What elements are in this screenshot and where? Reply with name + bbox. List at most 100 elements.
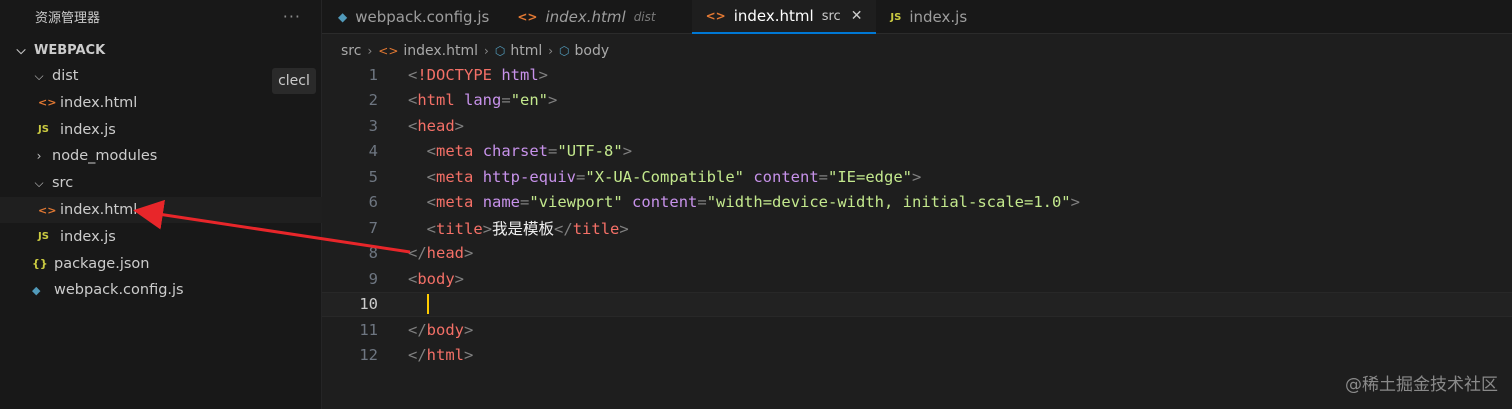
code-token: "en" — [510, 91, 549, 110]
tab-index-html-dist[interactable]: <> index.html dist — [503, 0, 669, 34]
tree-item-label: node_modules — [52, 148, 158, 165]
explorer-header: 资源管理器 ··· — [0, 0, 321, 32]
breadcrumb-label: index.html — [403, 43, 479, 59]
code-line[interactable]: 9 <body> — [322, 266, 1512, 292]
code-line[interactable]: 2 <html lang="en"> — [322, 88, 1512, 114]
line-number: 10 — [359, 295, 378, 314]
text-cursor — [426, 294, 429, 315]
tree-item-label: webpack.config.js — [54, 282, 184, 299]
breadcrumb-label: html — [510, 43, 543, 59]
code-token: = — [520, 193, 530, 212]
line-number: 7 — [368, 218, 378, 237]
chevron-down-icon: ⌵ — [34, 175, 44, 190]
code-token: head — [426, 244, 464, 263]
code-line[interactable]: 4 <meta charset="UTF-8"> — [322, 139, 1512, 165]
line-number: 5 — [368, 167, 378, 186]
code-content: <meta charset="UTF-8"> — [408, 142, 632, 160]
body-element-icon: ⬡ — [559, 44, 570, 58]
code-content — [408, 294, 429, 315]
line-number: 3 — [368, 116, 378, 135]
code-token: = — [697, 193, 707, 212]
code-content: </head> — [408, 244, 473, 262]
html-file-icon: <> — [38, 203, 57, 217]
tree-item-src[interactable]: ⌵ src — [0, 170, 322, 196]
code-line[interactable]: 8 </head> — [322, 241, 1512, 267]
editor-tabs: ◆ webpack.config.js <> index.html dist <> inde… — [322, 0, 1512, 34]
code-line[interactable]: 7 <title>我是模板</title> — [322, 215, 1512, 241]
code-line[interactable]: 1 <!DOCTYPE html> — [322, 62, 1512, 88]
code-token: < — [408, 116, 418, 135]
more-actions-icon[interactable]: ··· — [283, 7, 301, 26]
close-icon[interactable]: ✕ — [851, 8, 863, 24]
code-line[interactable]: 6 <meta name="viewport" content="width=d… — [322, 190, 1512, 216]
code-line[interactable]: 11 </body> — [322, 317, 1512, 343]
code-token: title — [572, 219, 620, 238]
hover-tooltip: clecl — [272, 68, 316, 94]
code-line[interactable]: 3 <head> — [322, 113, 1512, 139]
tab-label: index.html — [545, 8, 626, 26]
breadcrumb-item-html[interactable]: ⬡ html — [495, 43, 542, 59]
code-token: = — [818, 167, 829, 186]
tree-item-index-js[interactable]: JS index.js — [0, 224, 322, 250]
tab-label: index.html — [733, 7, 814, 25]
cube-icon: ◆ — [338, 10, 348, 24]
tree-item-index-js[interactable]: JS index.js — [0, 117, 322, 143]
code-content: </body> — [408, 321, 473, 339]
code-token: </ — [408, 320, 427, 339]
code-token: "viewport" — [529, 193, 623, 212]
line-number: 8 — [368, 244, 378, 263]
code-token: "UTF-8" — [557, 142, 623, 161]
tab-webpack-config-js[interactable]: ◆ webpack.config.js — [322, 0, 503, 34]
code-token: </ — [554, 219, 573, 238]
code-token: = — [576, 167, 586, 186]
tab-index-js[interactable]: JS index.js — [876, 0, 981, 34]
html-element-icon: ⬡ — [494, 44, 506, 58]
code-token: < — [426, 193, 437, 212]
code-token: > — [912, 167, 922, 186]
tree-item-node_modules[interactable]: › node_modules — [0, 143, 322, 169]
code-token: html — [426, 346, 464, 365]
line-number: 12 — [359, 346, 378, 365]
code-line[interactable]: 12 </html> — [322, 343, 1512, 369]
code-token: < — [426, 219, 437, 238]
breadcrumb-item-src[interactable]: src — [341, 43, 361, 59]
tree-item-webpack-config-js[interactable]: ◆ webpack.config.js — [0, 277, 322, 303]
code-line[interactable]: 5 <meta http-equiv="X-UA-Compatible" con… — [322, 164, 1512, 190]
code-line[interactable]: 10 — [322, 291, 1512, 317]
line-number: 1 — [368, 65, 378, 84]
breadcrumb-item-index-html[interactable]: <> index.html — [378, 43, 478, 59]
html-file-icon: <> — [38, 96, 57, 110]
tree-item-package-json[interactable]: {} package.json — [0, 251, 322, 277]
code-token: html — [417, 91, 455, 110]
tree-item-label: index.js — [60, 228, 116, 245]
code-token: !DOCTYPE — [417, 65, 492, 84]
code-token: content — [632, 193, 698, 212]
code-token: > — [454, 269, 465, 288]
code-token: meta — [436, 142, 474, 161]
explorer-sidebar: 资源管理器 ··· ⌵ WEBPACK ⌵ dist <> index.html JS i… — [0, 0, 322, 409]
tree-root-webpack[interactable]: ⌵ WEBPACK — [0, 37, 322, 63]
tab-index-html-src[interactable]: <> index.html src ✕ — [691, 0, 877, 34]
code-token: < — [408, 269, 418, 288]
code-content: <meta name="viewport" content="width=dev… — [408, 193, 1080, 211]
breadcrumb-item-body[interactable]: ⬡ body — [559, 43, 609, 59]
code-token: < — [426, 167, 437, 186]
code-token: > — [619, 219, 629, 238]
line-number: 9 — [368, 269, 378, 288]
code-content: <title>我是模板</title> — [408, 217, 629, 239]
code-token: meta — [436, 193, 474, 212]
code-content: <head> — [408, 117, 464, 135]
breadcrumb: src › <> index.html › ⬡ html › ⬡ body — [341, 40, 609, 62]
code-token: < — [408, 91, 418, 110]
breadcrumb-label: body — [574, 43, 610, 59]
chevron-down-icon: ⌵ — [16, 42, 26, 57]
tree-item-index-html[interactable]: <> index.html — [0, 197, 322, 223]
tab-label: webpack.config.js — [355, 8, 490, 26]
code-editor[interactable]: 1 <!DOCTYPE html> 2 <html lang="en"> 3 <head>… — [322, 62, 1512, 409]
js-file-icon: JS — [38, 231, 49, 243]
code-token: = — [548, 142, 558, 161]
js-icon: JS — [890, 11, 902, 23]
